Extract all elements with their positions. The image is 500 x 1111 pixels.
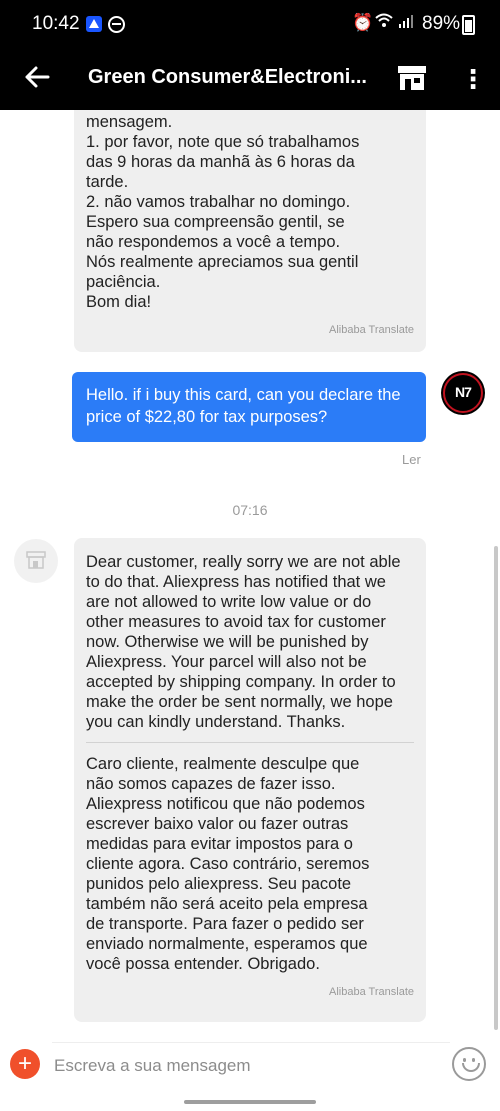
emoji-eye: [463, 1058, 466, 1062]
incoming-message-bubble: mensagem. 1. por favor, note que só trab…: [74, 110, 426, 352]
wifi-icon: [375, 12, 393, 33]
message-text: mensagem. 1. por favor, note que só trab…: [86, 113, 360, 311]
translation-credit: Alibaba Translate: [329, 324, 414, 336]
message-text-translated: Caro cliente, realmente desculpe que não…: [86, 755, 370, 973]
emoji-mouth: [462, 1063, 480, 1072]
store-icon[interactable]: [396, 64, 428, 92]
translation-credit: Alibaba Translate: [329, 986, 414, 998]
avatar-label: N7: [455, 384, 472, 400]
navigation-gesture-bar[interactable]: [184, 1100, 316, 1104]
message-input[interactable]: [52, 1042, 450, 1089]
app-notification-icon: [86, 16, 102, 32]
battery-percent: 89%: [422, 13, 461, 34]
message-timestamp: 07:16: [232, 502, 268, 518]
read-status: Ler: [402, 452, 421, 467]
seller-avatar[interactable]: [14, 539, 58, 583]
back-arrow-icon[interactable]: [20, 60, 54, 94]
status-time: 10:42: [32, 13, 80, 34]
user-avatar[interactable]: N7: [441, 371, 485, 415]
message-text-original: Dear customer, really sorry we are not a…: [86, 553, 401, 731]
incoming-message-bubble: Dear customer, really sorry we are not a…: [74, 538, 426, 1022]
chat-title: Green Consumer&Electroni...: [88, 66, 367, 88]
scrollbar[interactable]: [494, 546, 498, 1030]
message-input-bar: +: [0, 1038, 500, 1098]
chat-messages[interactable]: mensagem. 1. por favor, note que só trab…: [0, 110, 500, 1038]
signal-icon: [398, 13, 414, 33]
message-text: Hello. if i buy this card, can you decla…: [86, 386, 401, 426]
alarm-icon: ⏰: [352, 13, 374, 32]
store-icon: [26, 551, 46, 569]
app-bar: Green Consumer&Electroni... ⋮: [0, 48, 500, 110]
add-attachment-button[interactable]: +: [10, 1049, 40, 1079]
battery-icon: [462, 15, 475, 35]
emoji-eye: [472, 1058, 475, 1062]
more-vert-icon[interactable]: ⋮: [460, 62, 486, 96]
emoji-icon[interactable]: [452, 1047, 486, 1081]
translation-divider: [86, 742, 414, 743]
status-bar: 10:42 ⏰ 89%: [0, 0, 500, 48]
do-not-disturb-icon: [108, 16, 125, 33]
outgoing-message-bubble: Hello. if i buy this card, can you decla…: [72, 372, 426, 442]
